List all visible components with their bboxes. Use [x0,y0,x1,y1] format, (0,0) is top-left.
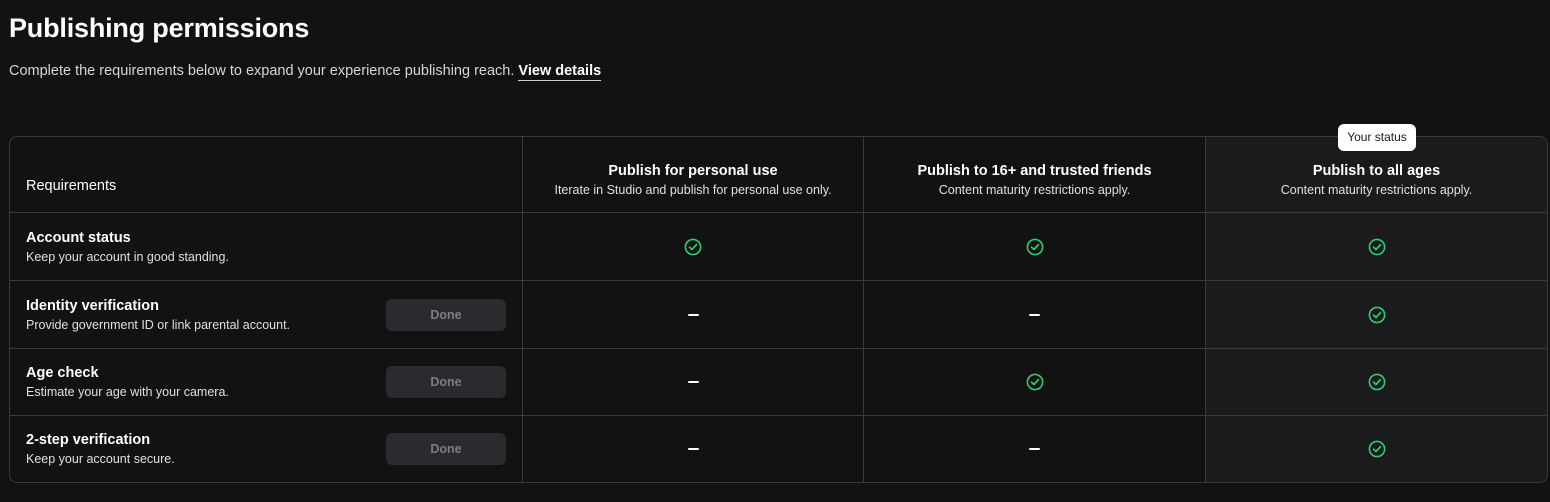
requirement-title: Identity verification [26,297,159,314]
two-step-verification-done-button[interactable]: Done [386,433,506,465]
dash-icon [687,313,699,316]
tier-title: Publish for personal use [608,162,778,179]
requirement-title: Age check [26,365,99,381]
requirement-description: Provide government ID or link parental a… [26,317,291,332]
check-circle-icon [1368,373,1385,391]
dash-icon [1029,313,1040,316]
requirement-description: Keep your account in good standing. [26,249,229,264]
page-subtitle: Complete the requirements below to expan… [9,60,602,82]
identity-verification-done-button[interactable]: Done [386,298,506,331]
status-cell [864,416,1206,482]
status-cell [523,213,864,281]
status-cell [1206,213,1547,281]
dash-icon [687,381,699,383]
check-circle-icon [1368,440,1385,458]
dash-icon [687,448,699,450]
requirement-age-check: Age check Estimate your age with your ca… [10,349,523,416]
requirement-account-status: Account status Keep your account in good… [10,213,523,281]
status-cell [864,349,1206,416]
requirement-title: Account status [26,229,131,246]
check-circle-icon [1026,238,1043,255]
status-cell [1206,281,1547,349]
status-cell [523,416,864,482]
requirement-description: Keep your account secure. [26,452,175,466]
requirement-title: 2-step verification [26,432,151,448]
tier-title: Publish to all ages [1312,162,1441,179]
check-circle-icon [1368,238,1385,255]
status-cell [864,281,1206,349]
tier-header-16-plus: Publish to 16+ and trusted friends Conte… [864,137,1206,213]
permissions-table: Requirements Publish for personal use It… [9,136,1548,483]
publishing-permissions-page: Publishing permissions Complete the requ… [0,0,1550,502]
subtitle-text: Complete the requirements below to expan… [9,63,515,79]
age-check-done-button[interactable]: Done [386,366,506,398]
requirements-header: Requirements [10,137,523,213]
check-circle-icon [1026,373,1043,391]
your-status-badge: Your status [1338,124,1416,151]
status-cell [523,281,864,349]
check-circle-icon [684,238,702,255]
status-cell [1206,416,1547,482]
page-title: Publishing permissions [9,13,310,43]
status-cell [864,213,1206,281]
dash-icon [1029,448,1040,450]
tier-description: Content maturity restrictions apply. [1280,182,1473,197]
view-details-link[interactable]: View details [518,63,602,81]
requirement-2-step-verification: 2-step verification Keep your account se… [10,416,523,482]
check-circle-icon [1368,306,1385,323]
tier-header-personal: Publish for personal use Iterate in Stud… [523,137,864,213]
tier-description: Content maturity restrictions apply. [938,182,1131,197]
requirement-description: Estimate your age with your camera. [26,385,229,399]
tier-description: Iterate in Studio and publish for person… [554,182,832,197]
requirement-identity-verification: Identity verification Provide government… [10,281,523,349]
status-cell [523,349,864,416]
tier-title: Publish to 16+ and trusted friends [917,162,1152,179]
status-cell [1206,349,1547,416]
